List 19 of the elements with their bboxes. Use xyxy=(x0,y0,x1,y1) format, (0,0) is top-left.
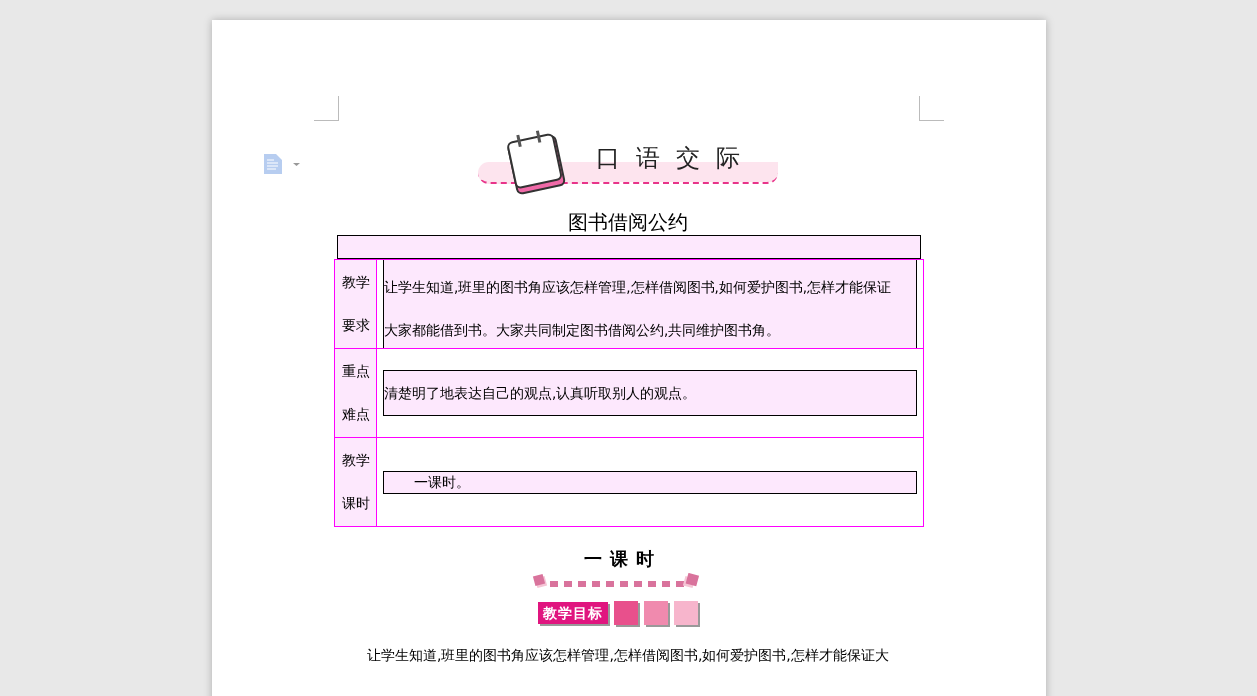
corner-mark xyxy=(919,96,944,121)
row-label: 要求 xyxy=(341,316,370,335)
row-label: 教学 xyxy=(341,451,370,470)
cell-text: 清楚明了地表达自己的观点,认真听取别人的观点。 xyxy=(384,383,697,403)
lesson-heading: 一课时 xyxy=(583,547,663,571)
row-label: 难点 xyxy=(341,405,370,424)
paragraph: 让学生知道,班里的图书角应该怎样管理,怎样借阅图书,如何爱护图书,怎样才能保证大 xyxy=(367,646,890,665)
cell-text: 大家都能借到书。大家共同制定图书借阅公约,共同维护图书角。 xyxy=(384,321,782,340)
cell-text: 一课时。 xyxy=(414,472,470,492)
row-label: 重点 xyxy=(341,362,370,381)
objectives-label: 教学目标 xyxy=(538,602,608,624)
document-title: 图书借阅公约 xyxy=(567,209,689,235)
row-label: 课时 xyxy=(341,494,370,513)
decoration-square xyxy=(644,601,668,625)
row-label: 教学 xyxy=(341,273,370,292)
cell-text: 让学生知道,班里的图书角应该怎样管理,怎样借阅图书,如何爱护图书,怎样才能保证 xyxy=(384,278,893,297)
corner-mark xyxy=(314,96,339,121)
decoration-square xyxy=(674,601,698,625)
decoration-square xyxy=(614,601,638,625)
